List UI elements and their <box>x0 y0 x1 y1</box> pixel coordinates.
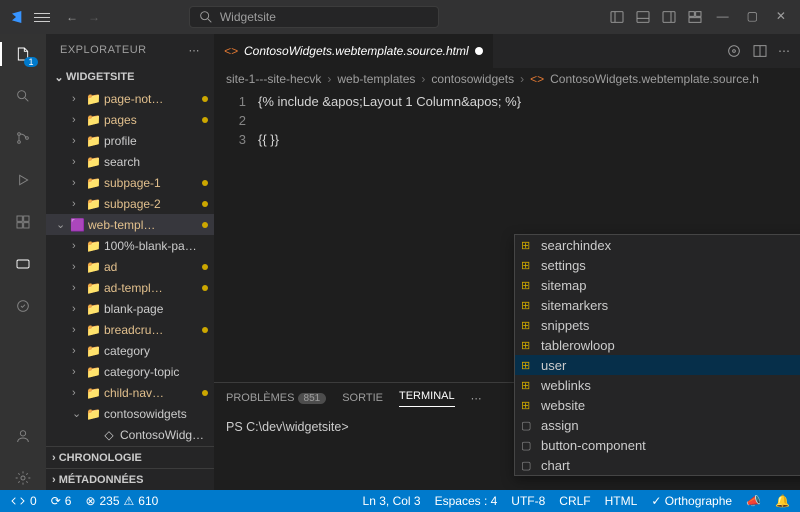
search-icon <box>198 9 214 25</box>
html-file-icon: <> <box>224 44 238 58</box>
breadcrumb[interactable]: site-1---site-hecvk› web-templates› cont… <box>214 68 800 90</box>
panel-more-icon[interactable]: ⋯ <box>471 392 482 405</box>
status-feedback-icon[interactable]: 📣 <box>746 494 761 508</box>
window-minimize-icon[interactable]: — <box>713 9 733 25</box>
activity-debug-icon[interactable] <box>11 168 35 192</box>
sidebar-section-metadata[interactable]: › MÉTADONNÉES <box>46 468 214 490</box>
suggestion-item[interactable]: ▢chartGraphique <box>515 455 800 475</box>
status-sync[interactable]: ⟳ 6 <box>51 494 72 508</box>
suggestion-item[interactable]: ⊞weblinks <box>515 375 800 395</box>
activity-search-icon[interactable] <box>11 84 35 108</box>
panel-tab-problems[interactable]: PROBLÈMES 851 <box>226 392 326 404</box>
nav-back-icon[interactable]: ← <box>66 10 78 24</box>
tab-label: ContosoWidgets.webtemplate.source.html <box>244 44 469 58</box>
tree-item[interactable]: ›📁subpage-1 <box>46 172 214 193</box>
tree-item[interactable]: ◇ContosoWidg… <box>46 424 214 445</box>
tree-item[interactable]: ⌄🟪web-templ… <box>46 214 214 235</box>
tree-item[interactable]: ›📁blank-page <box>46 298 214 319</box>
tree-item[interactable]: ›📁search <box>46 151 214 172</box>
tree-item[interactable]: ›📁100%-blank-pa… <box>46 235 214 256</box>
code-editor[interactable]: 1 2 3 {% include &apos;Layout 1 Column&a… <box>214 90 800 382</box>
window-close-icon[interactable]: ✕ <box>772 9 790 25</box>
activity-account-icon[interactable] <box>11 424 35 448</box>
window-maximize-icon[interactable]: ▢ <box>743 9 762 25</box>
tree-item[interactable]: ›📁subpage-2 <box>46 193 214 214</box>
status-eol[interactable]: CRLF <box>559 494 590 508</box>
activity-power-icon[interactable] <box>11 252 35 276</box>
activity-explorer-icon[interactable]: 1 <box>11 42 35 66</box>
editor-area: <> ContosoWidgets.webtemplate.source.htm… <box>214 34 800 490</box>
vscode-logo-icon <box>10 9 26 25</box>
panel-tab-terminal[interactable]: TERMINAL <box>399 390 455 407</box>
sidebar-more-icon[interactable]: ⋯ <box>189 44 201 57</box>
suggestion-item[interactable]: ▢button-componentButton-Component <box>515 435 800 455</box>
status-language[interactable]: HTML <box>605 494 638 508</box>
line-gutter: 1 2 3 <box>214 90 258 382</box>
tree-item[interactable]: ›📁ad-templ… <box>46 277 214 298</box>
activity-settings-icon[interactable] <box>11 466 35 490</box>
suggestion-item[interactable]: ⊞searchindex <box>515 235 800 255</box>
status-encoding[interactable]: UTF-8 <box>511 494 545 508</box>
tree-item[interactable]: ›📁pages <box>46 109 214 130</box>
sidebar-section-timeline[interactable]: › CHRONOLOGIE <box>46 446 214 468</box>
tab-more-icon[interactable]: ⋯ <box>778 44 790 58</box>
suggestion-item[interactable]: ▢assignAffectation <box>515 415 800 435</box>
tree-item[interactable]: ⌄📁contosowidgets <box>46 403 214 424</box>
tree-item[interactable]: ›📁child-nav… <box>46 382 214 403</box>
editor-tab-active[interactable]: <> ContosoWidgets.webtemplate.source.htm… <box>214 34 494 68</box>
status-errors[interactable]: ⊗ 235 ⚠ 610 <box>85 494 158 508</box>
status-bar: 0 ⟳ 6 ⊗ 235 ⚠ 610 Ln 3, Col 3 Espaces : … <box>0 490 800 512</box>
suggestion-item[interactable]: ⊞sitemarkers <box>515 295 800 315</box>
hamburger-icon[interactable] <box>34 13 50 22</box>
tree-item[interactable]: ›📁category-topic <box>46 361 214 382</box>
suggestion-item[interactable]: ⊞sitemap <box>515 275 800 295</box>
status-cursor-pos[interactable]: Ln 3, Col 3 <box>363 494 421 508</box>
status-remote[interactable]: 0 <box>10 493 37 509</box>
intellisense-popup[interactable]: ⊞searchindex⊞settings⊞sitemap⊞sitemarker… <box>514 234 800 476</box>
file-tree: ›📁page-not…›📁pages›📁profile›📁search›📁sub… <box>46 88 214 446</box>
tree-item[interactable]: ›📁page-not… <box>46 88 214 109</box>
suggestion-item[interactable]: ⊞tablerowloop <box>515 335 800 355</box>
activity-scm-icon[interactable] <box>11 126 35 150</box>
activity-test-icon[interactable] <box>11 294 35 318</box>
search-placeholder: Widgetsite <box>220 10 276 24</box>
tree-item[interactable]: ›📁ad <box>46 256 214 277</box>
suggestion-item[interactable]: ⊞website <box>515 395 800 415</box>
status-bell-icon[interactable]: 🔔 <box>775 494 790 508</box>
command-center-search[interactable]: Widgetsite <box>189 6 439 28</box>
explorer-sidebar: EXPLORATEUR ⋯ ⌄WIDGETSITE ›📁page-not…›📁p… <box>46 34 214 490</box>
activity-extensions-icon[interactable] <box>11 210 35 234</box>
sidebar-title: EXPLORATEUR ⋯ <box>46 34 214 66</box>
layout-bottom-icon[interactable] <box>635 9 651 25</box>
suggestion-item[interactable]: ⊞snippets <box>515 315 800 335</box>
editor-tabs: <> ContosoWidgets.webtemplate.source.htm… <box>214 34 800 68</box>
layout-left-icon[interactable] <box>609 9 625 25</box>
nav-forward-icon[interactable]: → <box>88 10 100 24</box>
layout-custom-icon[interactable] <box>687 9 703 25</box>
dirty-indicator-icon <box>475 47 483 55</box>
tab-preview-icon[interactable] <box>726 43 742 59</box>
status-indent[interactable]: Espaces : 4 <box>435 494 498 508</box>
status-spell[interactable]: ✓ Orthographe <box>651 494 732 508</box>
tree-item[interactable]: ›📁profile <box>46 130 214 151</box>
suggestion-item[interactable]: ⊞user <box>515 355 800 375</box>
panel-tab-output[interactable]: SORTIE <box>342 392 383 404</box>
layout-right-icon[interactable] <box>661 9 677 25</box>
tab-split-icon[interactable] <box>752 43 768 59</box>
activity-bar: 1 <box>0 34 46 490</box>
suggestion-item[interactable]: ⊞settings <box>515 255 800 275</box>
title-bar: ← → Widgetsite — ▢ ✕ <box>0 0 800 34</box>
tree-item[interactable]: ›📁breadcru… <box>46 319 214 340</box>
sidebar-root[interactable]: ⌄WIDGETSITE <box>46 66 214 88</box>
tree-item[interactable]: ›📁category <box>46 340 214 361</box>
